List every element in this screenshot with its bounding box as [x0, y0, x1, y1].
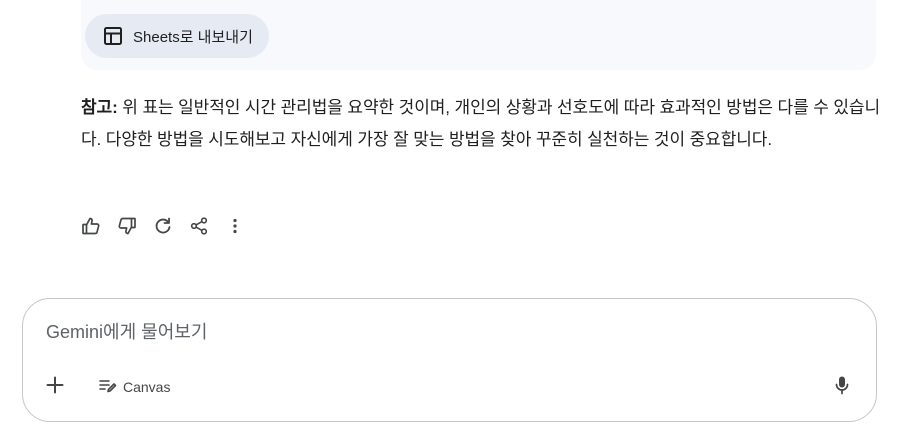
more-options-icon [225, 216, 245, 236]
note-body: 위 표는 일반적인 시간 관리법을 요약한 것이며, 개인의 상황과 선호도에 … [81, 98, 881, 149]
thumbs-up-button[interactable] [80, 214, 102, 238]
prompt-input[interactable] [46, 319, 826, 345]
thumbs-up-icon [81, 216, 101, 236]
export-to-sheets-label: Sheets로 내보내기 [133, 28, 253, 46]
regenerate-icon [153, 216, 173, 236]
canvas-label: Canvas [123, 379, 171, 395]
add-files-button[interactable] [43, 375, 67, 399]
microphone-icon [832, 375, 852, 400]
microphone-button[interactable] [830, 375, 854, 399]
gemini-response-page: Sheets로 내보내기 참고: 위 표는 일반적인 시간 관리법을 요약한 것… [0, 0, 903, 437]
more-options-button[interactable] [224, 214, 246, 238]
thumbs-down-button[interactable] [116, 214, 138, 238]
table-icon [103, 26, 123, 46]
canvas-button[interactable]: Canvas [99, 375, 170, 399]
thumbs-down-icon [117, 216, 137, 236]
response-actions [80, 214, 246, 238]
regenerate-button[interactable] [152, 214, 174, 238]
response-table-card: Sheets로 내보내기 [81, 0, 876, 70]
prompt-composer: Canvas [22, 298, 877, 422]
share-button[interactable] [188, 214, 210, 238]
share-icon [189, 216, 209, 236]
plus-icon [45, 375, 65, 400]
canvas-icon [99, 378, 117, 397]
export-to-sheets-button[interactable]: Sheets로 내보내기 [85, 14, 269, 58]
note-lead: 참고: [81, 98, 118, 117]
response-note: 참고: 위 표는 일반적인 시간 관리법을 요약한 것이며, 개인의 상황과 선… [81, 92, 881, 156]
